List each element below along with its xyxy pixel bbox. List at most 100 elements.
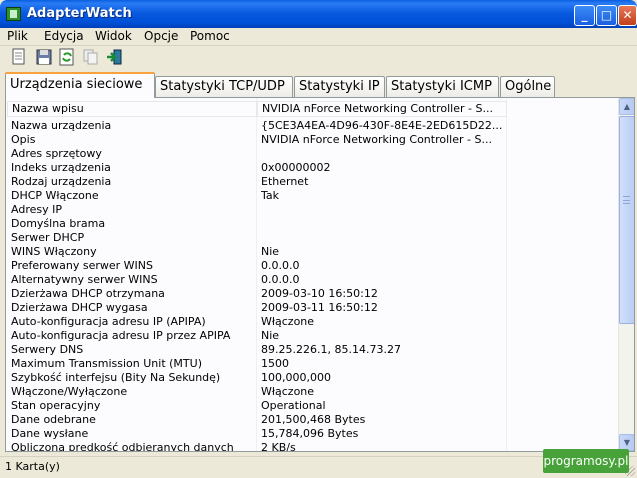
property-name: Indeks urządzenia xyxy=(11,161,111,174)
property-value: 2009-03-11 16:50:12 xyxy=(261,301,378,314)
toolbar xyxy=(0,46,637,70)
property-value: NVIDIA nForce Networking Controller - S.… xyxy=(257,101,507,117)
save-icon[interactable] xyxy=(35,48,55,68)
property-row[interactable]: Maximum Transmission Unit (MTU) 1500 xyxy=(7,357,622,371)
property-value: 100,000,000 xyxy=(261,371,331,384)
property-name: Serwery DNS xyxy=(11,343,84,356)
property-name: DHCP Włączone xyxy=(11,189,99,202)
property-name: Alternatywny serwer WINS xyxy=(11,273,158,286)
menu-bar: Plik Edycja Widok Opcje Pomoc xyxy=(0,28,637,46)
property-value: Nie xyxy=(261,329,280,342)
property-name: Auto-konfiguracja adresu IP (APIPA) xyxy=(11,315,206,328)
properties-list: Nazwa wpisu NVIDIA nForce Networking Cont… xyxy=(7,101,622,452)
property-value: Tak xyxy=(261,189,280,202)
tab-strip: Urządzenia sieciowe Statystyki TCP/UDP S… xyxy=(0,70,637,98)
property-row[interactable]: Dzierżawa DHCP otrzymana 2009-03-10 16:50… xyxy=(7,287,622,301)
property-name: Adres sprzętowy xyxy=(11,147,102,160)
property-name: Nazwa urządzenia xyxy=(11,119,112,132)
tab-urzadzenia-sieciowe[interactable]: Urządzenia sieciowe xyxy=(5,72,155,98)
property-value: 0x00000002 xyxy=(261,161,331,174)
property-name: Obliczona prędkość odbieranych danych xyxy=(11,441,234,452)
property-name: Auto-konfiguracja adresu IP przez APIPA xyxy=(11,329,231,342)
property-row[interactable]: Włączone/Wyłączone Włączone xyxy=(7,385,622,399)
property-row[interactable]: Auto-konfiguracja adresu IP (APIPA) Włącz… xyxy=(7,315,622,329)
property-name: Opis xyxy=(11,133,36,146)
property-row[interactable]: Auto-konfiguracja adresu IP przez APIPA N… xyxy=(7,329,622,343)
property-row[interactable]: WINS Włączony Nie xyxy=(7,245,622,259)
properties-panel: Nazwa wpisu NVIDIA nForce Networking Cont… xyxy=(5,97,635,452)
property-name: Dane wysłane xyxy=(11,427,89,440)
watermark: programosy.pl xyxy=(543,449,629,473)
refresh-icon[interactable] xyxy=(58,48,78,68)
property-row[interactable]: DHCP Włączone Tak xyxy=(7,189,622,203)
property-row[interactable]: Nazwa urządzenia {5CE3A4EA-4D96-430F-8E4E… xyxy=(7,119,622,133)
menu-plik[interactable]: Plik xyxy=(7,29,28,43)
close-button[interactable]: ✕ xyxy=(618,5,637,26)
vertical-scrollbar[interactable]: ▲ ▼ xyxy=(618,98,634,451)
scroll-thumb[interactable] xyxy=(619,116,634,324)
property-name: Maximum Transmission Unit (MTU) xyxy=(11,357,202,370)
tab-ogolne[interactable]: Ogólne xyxy=(500,76,555,98)
property-row[interactable]: Dane odebrane 201,500,468 Bytes xyxy=(7,413,622,427)
property-row[interactable]: Dane wysłane 15,784,096 Bytes xyxy=(7,427,622,441)
copy-icon[interactable] xyxy=(82,48,102,68)
property-row[interactable]: Nazwa wpisu NVIDIA nForce Networking Cont… xyxy=(7,101,622,119)
menu-edycja[interactable]: Edycja xyxy=(44,29,84,43)
minimize-button[interactable]: _ xyxy=(574,5,595,26)
property-value: Operational xyxy=(261,399,326,412)
property-name: Stan operacyjny xyxy=(11,399,101,412)
app-icon xyxy=(6,7,21,21)
property-row[interactable]: Rodzaj urządzenia Ethernet xyxy=(7,175,622,189)
property-row[interactable]: Serwer DHCP xyxy=(7,231,622,245)
tab-statystyki-icmp[interactable]: Statystyki ICMP xyxy=(386,76,499,98)
property-row[interactable]: Preferowany serwer WINS 0.0.0.0 xyxy=(7,259,622,273)
property-value: 0.0.0.0 xyxy=(261,273,300,286)
property-name: Domyślna brama xyxy=(11,217,106,230)
scroll-grip-icon xyxy=(623,196,630,204)
property-row[interactable]: Adres sprzętowy xyxy=(7,147,622,161)
property-name: Dane odebrane xyxy=(11,413,96,426)
property-value: 89.25.226.1, 85.14.73.27 xyxy=(261,343,401,356)
property-name: WINS Włączony xyxy=(11,245,97,258)
property-row[interactable]: Opis NVIDIA nForce Networking Controller … xyxy=(7,133,622,147)
property-value: Nie xyxy=(261,245,280,258)
property-value: 2 KB/s xyxy=(261,441,296,452)
property-row[interactable]: Domyślna brama xyxy=(7,217,622,231)
property-name: Szybkość interfejsu (Bity Na Sekundę) xyxy=(11,371,221,384)
property-name: Dzierżawa DHCP wygasa xyxy=(11,301,148,314)
menu-opcje[interactable]: Opcje xyxy=(144,29,178,43)
tab-statystyki-ip[interactable]: Statystyki IP xyxy=(294,76,385,98)
property-name: Preferowany serwer WINS xyxy=(11,259,153,272)
exit-icon[interactable] xyxy=(106,48,126,68)
property-name: Rodzaj urządzenia xyxy=(11,175,112,188)
property-name: Adresy IP xyxy=(11,203,62,216)
property-value: Włączone xyxy=(261,315,315,328)
property-row[interactable]: Obliczona prędkość odbieranych danych 2 K… xyxy=(7,441,622,452)
status-bar: 1 Karta(y) xyxy=(0,456,637,478)
property-value: 2009-03-10 16:50:12 xyxy=(261,287,378,300)
property-value: 1500 xyxy=(261,357,289,370)
property-value: 15,784,096 Bytes xyxy=(261,427,359,440)
property-row[interactable]: Stan operacyjny Operational xyxy=(7,399,622,413)
title-bar: AdapterWatch _ □ ✕ xyxy=(0,0,637,28)
new-document-icon[interactable] xyxy=(10,48,30,68)
property-name: Nazwa wpisu xyxy=(7,101,257,117)
scroll-up-icon[interactable]: ▲ xyxy=(619,98,634,115)
property-row[interactable]: Serwery DNS 89.25.226.1, 85.14.73.27 xyxy=(7,343,622,357)
property-value: {5CE3A4EA-4D96-430F-8E4E-2ED615D22... xyxy=(261,119,503,132)
window-title: AdapterWatch xyxy=(27,6,132,21)
menu-pomoc[interactable]: Pomoc xyxy=(190,29,230,43)
tab-statystyki-tcp-udp[interactable]: Statystyki TCP/UDP xyxy=(155,76,293,98)
property-row[interactable]: Adresy IP xyxy=(7,203,622,217)
property-value: Ethernet xyxy=(261,175,309,188)
property-name: Dzierżawa DHCP otrzymana xyxy=(11,287,165,300)
property-row[interactable]: Alternatywny serwer WINS 0.0.0.0 xyxy=(7,273,622,287)
property-name: Włączone/Wyłączone xyxy=(11,385,128,398)
maximize-button[interactable]: □ xyxy=(596,5,617,26)
property-row[interactable]: Szybkość interfejsu (Bity Na Sekundę) 100… xyxy=(7,371,622,385)
property-value: Włączone xyxy=(261,385,315,398)
menu-widok[interactable]: Widok xyxy=(95,29,132,43)
property-value: NVIDIA nForce Networking Controller - S.… xyxy=(261,133,492,146)
property-row[interactable]: Dzierżawa DHCP wygasa 2009-03-11 16:50:12 xyxy=(7,301,622,315)
property-row[interactable]: Indeks urządzenia 0x00000002 xyxy=(7,161,622,175)
